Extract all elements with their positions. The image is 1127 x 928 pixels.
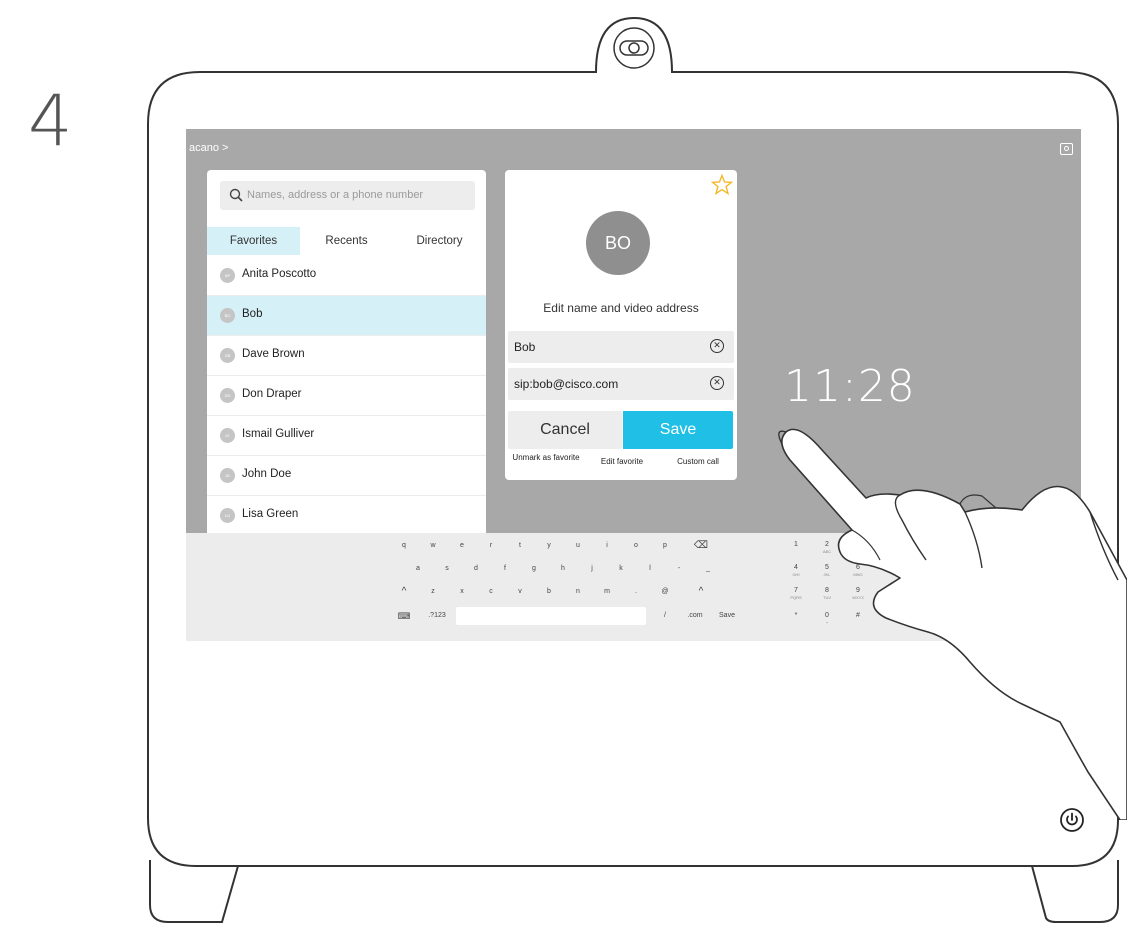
save-button[interactable]: Save <box>623 411 733 449</box>
key[interactable]: y <box>537 537 561 555</box>
contact-name: Ismail Gulliver <box>242 428 315 440</box>
contact-row[interactable]: DB Dave Brown <box>207 336 486 376</box>
key[interactable]: p <box>653 537 677 555</box>
contact-name: Bob <box>242 308 263 320</box>
key[interactable]: - <box>667 560 691 578</box>
hand-shadow <box>959 494 997 509</box>
keyboard-save-key[interactable]: Save <box>712 607 742 625</box>
contact-name: Lisa Green <box>242 508 299 520</box>
contacts-panel: Names, address or a phone number Favorit… <box>207 170 486 533</box>
key[interactable]: b <box>537 583 561 601</box>
camera-icon <box>613 27 655 69</box>
search-icon <box>229 188 243 202</box>
key[interactable]: t <box>508 537 532 555</box>
dotcom-key[interactable]: .com <box>680 607 710 625</box>
tab-directory[interactable]: Directory <box>393 227 486 255</box>
contact-name: Don Draper <box>242 388 302 400</box>
keyboard-icon[interactable]: ⌨ <box>392 607 416 625</box>
contact-name: Anita Poscotto <box>242 268 317 280</box>
key[interactable]: q <box>392 537 416 555</box>
key[interactable]: c <box>479 583 503 601</box>
avatar: BO <box>220 308 235 323</box>
address-field[interactable]: sip:bob@cisco.com ✕ <box>508 368 734 400</box>
key[interactable]: e <box>450 537 474 555</box>
key[interactable]: i <box>595 537 619 555</box>
edit-favorite-panel: BO Edit name and video address Bob ✕ sip… <box>505 170 737 480</box>
name-field[interactable]: Bob ✕ <box>508 331 734 363</box>
key[interactable]: x <box>450 583 474 601</box>
key[interactable]: . <box>624 583 648 601</box>
key[interactable]: w <box>421 537 445 555</box>
key[interactable]: j <box>580 560 604 578</box>
tab-bar: Favorites Recents Directory <box>207 227 486 255</box>
key[interactable]: g <box>522 560 546 578</box>
avatar: AP <box>220 268 235 283</box>
key[interactable]: m <box>595 583 619 601</box>
unmark-favorite-button[interactable]: Unmark as favorite <box>511 453 581 462</box>
backspace-icon[interactable]: ⌫ <box>686 537 716 555</box>
clear-icon[interactable]: ✕ <box>710 376 724 390</box>
avatar: DD <box>220 388 235 403</box>
key[interactable]: f <box>493 560 517 578</box>
shift-icon[interactable]: ^ <box>392 583 416 601</box>
key[interactable]: z <box>421 583 445 601</box>
numbers-key[interactable]: .?123 <box>422 607 452 625</box>
avatar: JD <box>220 468 235 483</box>
contact-row[interactable]: BO Bob <box>207 296 486 336</box>
key[interactable]: h <box>551 560 575 578</box>
key[interactable]: l <box>638 560 662 578</box>
name-value: Bob <box>514 340 536 354</box>
key[interactable]: _ <box>696 560 720 578</box>
power-icon[interactable] <box>1060 808 1084 832</box>
avatar: DB <box>220 348 235 363</box>
shift-icon[interactable]: ^ <box>686 583 716 601</box>
tab-favorites[interactable]: Favorites <box>207 227 300 255</box>
cancel-button[interactable]: Cancel <box>508 411 622 449</box>
key[interactable]: @ <box>653 583 677 601</box>
key[interactable]: o <box>624 537 648 555</box>
step-number: 4 <box>28 80 73 162</box>
clear-icon[interactable]: ✕ <box>710 339 724 353</box>
custom-call-button[interactable]: Custom call <box>663 457 733 466</box>
key[interactable]: u <box>566 537 590 555</box>
key[interactable]: / <box>653 607 677 625</box>
contact-row[interactable]: JD John Doe <box>207 456 486 496</box>
selfview-icon[interactable] <box>1060 143 1073 155</box>
contact-row[interactable]: IG Ismail Gulliver <box>207 416 486 456</box>
star-icon[interactable] <box>711 174 733 196</box>
avatar: BO <box>586 211 650 275</box>
address-value: sip:bob@cisco.com <box>514 377 619 391</box>
tab-recents[interactable]: Recents <box>300 227 393 255</box>
key[interactable]: s <box>435 560 459 578</box>
search-input[interactable]: Names, address or a phone number <box>220 181 475 210</box>
key[interactable]: k <box>609 560 633 578</box>
space-key[interactable] <box>456 607 646 625</box>
contact-row[interactable]: DD Don Draper <box>207 376 486 416</box>
key[interactable]: n <box>566 583 590 601</box>
key[interactable]: a <box>406 560 430 578</box>
avatar: LG <box>220 508 235 523</box>
search-placeholder: Names, address or a phone number <box>247 189 424 201</box>
edit-title: Edit name and video address <box>543 301 699 315</box>
key[interactable]: r <box>479 537 503 555</box>
contact-row[interactable]: AP Anita Poscotto <box>207 256 486 296</box>
breadcrumb[interactable]: acano > <box>189 142 228 154</box>
contact-name: John Doe <box>242 468 292 480</box>
edit-favorite-button[interactable]: Edit favorite <box>587 457 657 466</box>
contact-name: Dave Brown <box>242 348 305 360</box>
avatar: IG <box>220 428 235 443</box>
key[interactable]: v <box>508 583 532 601</box>
key[interactable]: d <box>464 560 488 578</box>
contact-row[interactable]: LG Lisa Green <box>207 496 486 533</box>
